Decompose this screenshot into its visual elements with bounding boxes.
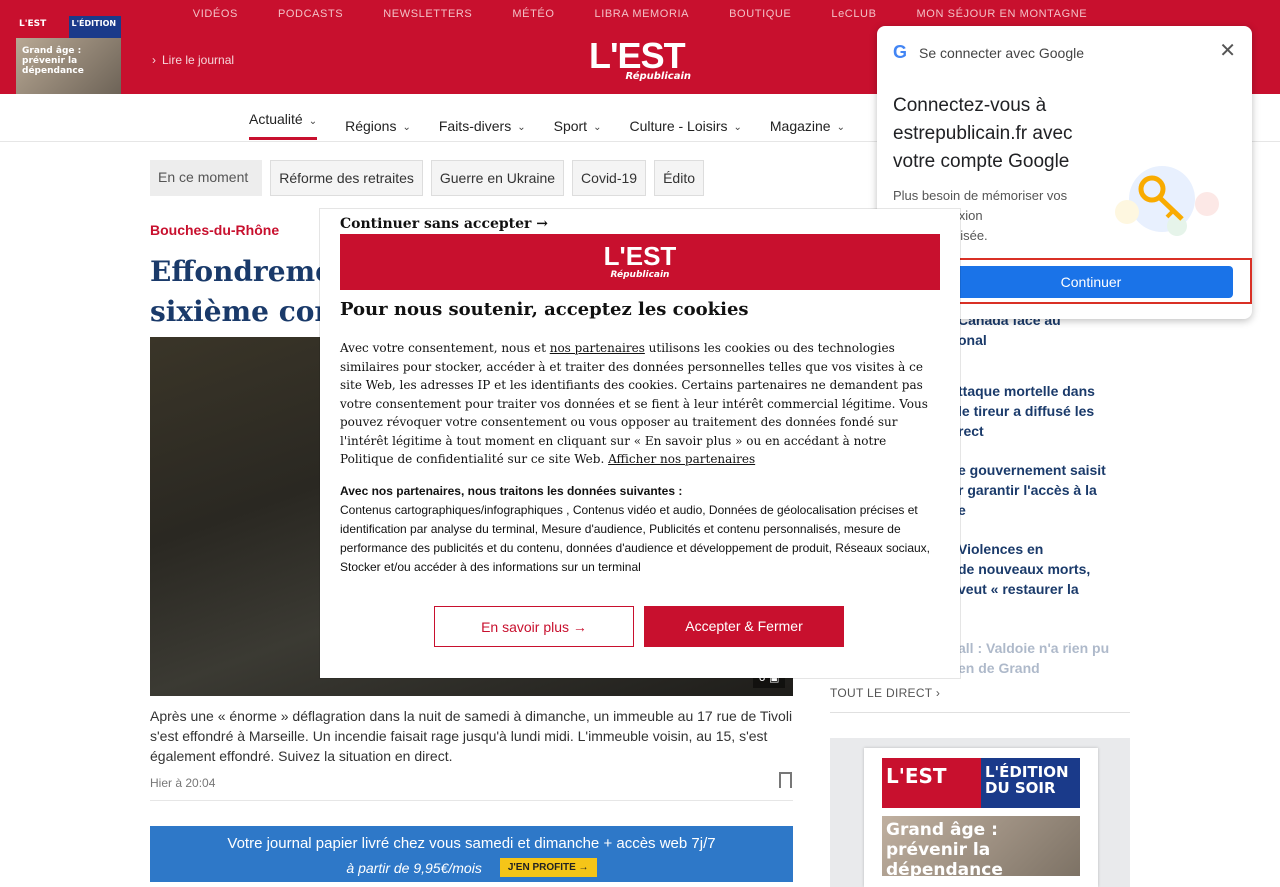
cookie-logo-sub: Républicain bbox=[610, 270, 670, 280]
nav-regions-label: Régions bbox=[345, 117, 397, 134]
topnav-podcasts[interactable]: PODCASTS bbox=[258, 0, 363, 28]
cookie-consent-modal: Continuer sans accepter → L'EST Républic… bbox=[320, 209, 960, 678]
nav-culture-label: Culture - Loisirs bbox=[629, 117, 728, 134]
continue-without-accepting-link[interactable]: Continuer sans accepter → bbox=[340, 216, 548, 232]
topic-tags: En ce moment Réforme des retraites Guerr… bbox=[150, 160, 704, 196]
topnav-newsletters[interactable]: NEWSLETTERS bbox=[363, 0, 492, 28]
nav-actualite-label: Actualité bbox=[249, 111, 303, 127]
stream-item[interactable]: all : Valdoie n'a rien pu en de Grand bbox=[958, 638, 1128, 678]
chevron-down-icon: ⌄ bbox=[733, 122, 742, 133]
tag-reforme-retraites[interactable]: Réforme des retraites bbox=[270, 160, 423, 196]
nav-magazine[interactable]: Magazine ⌄ bbox=[770, 111, 845, 140]
chevron-down-icon: ⌄ bbox=[517, 122, 526, 133]
topnav-libra-memoria[interactable]: LIBRA MEMORIA bbox=[575, 0, 710, 28]
purposes-title: Avec nos partenaires, nous traitons les … bbox=[340, 484, 683, 498]
nav-regions[interactable]: Régions ⌄ bbox=[345, 111, 411, 140]
bookmark-icon[interactable] bbox=[779, 772, 792, 788]
subscription-promo[interactable]: Votre journal papier livré chez vous sam… bbox=[150, 826, 793, 882]
cover-title: Grand âge : prévenir la dépendance bbox=[886, 820, 1003, 880]
tag-en-ce-moment: En ce moment bbox=[150, 160, 263, 196]
chevron-down-icon: ⌄ bbox=[593, 122, 602, 133]
cookie-title: Pour nous soutenir, acceptez les cookies bbox=[340, 299, 749, 320]
learn-more-button[interactable]: En savoir plus → bbox=[434, 606, 634, 647]
article-caption: Après une « énorme » déflagration dans l… bbox=[150, 708, 793, 764]
promo-line-1: Votre journal papier livré chez vous sam… bbox=[227, 835, 716, 852]
google-popup-title: Connectez-vous à estrepublicain.fr avec … bbox=[893, 95, 1073, 172]
nav-actualite[interactable]: Actualité ⌄ bbox=[249, 111, 318, 140]
divider bbox=[150, 800, 793, 801]
google-popup-header: Se connecter avec Google bbox=[919, 44, 1085, 61]
all-live-link[interactable]: TOUT LE DIRECT › bbox=[830, 686, 940, 700]
topnav-meteo[interactable]: MÉTÉO bbox=[492, 0, 574, 28]
cookie-body-pre: Avec votre consentement, nous et bbox=[340, 341, 550, 355]
journal-thumbnail[interactable]: L'EST L'ÉDITION Grand âge : prévenir la … bbox=[16, 16, 121, 94]
tag-covid[interactable]: Covid-19 bbox=[572, 160, 647, 196]
logo-sub-text: Républicain bbox=[625, 71, 692, 82]
stream-item[interactable]: nt Violences en de nouveaux morts, veut … bbox=[930, 539, 1128, 599]
google-continue-button[interactable]: Continuer bbox=[949, 266, 1233, 298]
nav-magazine-label: Magazine bbox=[769, 117, 831, 134]
promo-cta-button[interactable]: J'EN PROFITE → bbox=[499, 858, 597, 877]
top-navigation: VIDÉOS PODCASTS NEWSLETTERS MÉTÉO LIBRA … bbox=[0, 0, 1280, 28]
nav-sport[interactable]: Sport ⌄ bbox=[554, 111, 602, 140]
accept-close-button[interactable]: Accepter & Fermer bbox=[644, 606, 844, 647]
cover-logo-left: L'EST bbox=[882, 758, 981, 808]
article-category[interactable]: Bouches-du-Rhône bbox=[150, 222, 279, 238]
topnav-leclub[interactable]: LeCLUB bbox=[811, 0, 896, 28]
journal-cover: L'EST L'ÉDITION DU SOIR Grand âge : prév… bbox=[864, 748, 1098, 887]
topnav-videos[interactable]: VIDÉOS bbox=[173, 0, 258, 28]
read-journal-link[interactable]: › Lire le journal bbox=[152, 53, 234, 67]
read-journal-label: Lire le journal bbox=[162, 53, 235, 67]
journal-thumb-logo-left: L'EST bbox=[16, 16, 69, 38]
purposes-list: Contenus cartographiques/infographiques … bbox=[340, 503, 931, 574]
nav-faits-divers-label: Faits-divers bbox=[438, 117, 512, 134]
google-logo-icon: G bbox=[893, 42, 908, 62]
chevron-right-icon: › bbox=[935, 686, 941, 700]
divider bbox=[830, 712, 1130, 713]
cookie-logo-main: L'EST bbox=[603, 241, 677, 271]
close-icon[interactable]: ✕ bbox=[1219, 38, 1236, 63]
journal-thumb-title: Grand âge : prévenir la dépendance bbox=[22, 46, 84, 76]
journal-thumb-logo-right: L'ÉDITION bbox=[68, 16, 121, 38]
chevron-down-icon: ⌄ bbox=[308, 115, 318, 127]
cookie-body: Avec votre consentement, nous et nos par… bbox=[340, 339, 940, 469]
chevron-down-icon: ⌄ bbox=[402, 122, 411, 133]
topnav-boutique[interactable]: BOUTIQUE bbox=[709, 0, 811, 28]
cover-logo-right: L'ÉDITION DU SOIR bbox=[981, 758, 1080, 808]
article-date: Hier à 20:04 bbox=[150, 776, 216, 790]
chevron-right-icon: › bbox=[152, 53, 156, 67]
cookie-body-main: utilisons les cookies ou des technologie… bbox=[340, 341, 928, 466]
tag-edito[interactable]: Édito bbox=[654, 160, 704, 196]
site-logo[interactable]: L'EST Républicain bbox=[589, 38, 691, 84]
promo-price: à partir de 9,95€/mois bbox=[346, 859, 482, 876]
nav-sport-label: Sport bbox=[553, 117, 588, 134]
partners-link[interactable]: nos partenaires bbox=[550, 341, 645, 355]
kiosk-journal[interactable]: L'EST L'ÉDITION DU SOIR Grand âge : prév… bbox=[830, 738, 1130, 887]
stream-item[interactable]: e gouvernement saisit r garantir l'accès… bbox=[958, 460, 1128, 520]
logo-main-text: L'EST bbox=[589, 35, 686, 76]
key-illustration-icon bbox=[1115, 166, 1219, 236]
topnav-mon-sejour[interactable]: MON SÉJOUR EN MONTAGNE bbox=[897, 0, 1108, 28]
show-partners-link[interactable]: Afficher nos partenaires bbox=[608, 452, 755, 466]
stream-item[interactable]: ttaque mortelle dans le tireur a diffusé… bbox=[958, 381, 1128, 441]
stream-item-text: Violences en de nouveaux morts, veut « r… bbox=[958, 541, 1091, 597]
tag-guerre-ukraine[interactable]: Guerre en Ukraine bbox=[430, 160, 565, 196]
nav-faits-divers[interactable]: Faits-divers ⌄ bbox=[439, 111, 526, 140]
cookie-logo-banner: L'EST Républicain bbox=[340, 234, 940, 290]
chevron-down-icon: ⌄ bbox=[836, 122, 845, 133]
nav-culture-loisirs[interactable]: Culture - Loisirs ⌄ bbox=[629, 111, 741, 140]
all-live-label: TOUT LE DIRECT bbox=[830, 686, 933, 700]
